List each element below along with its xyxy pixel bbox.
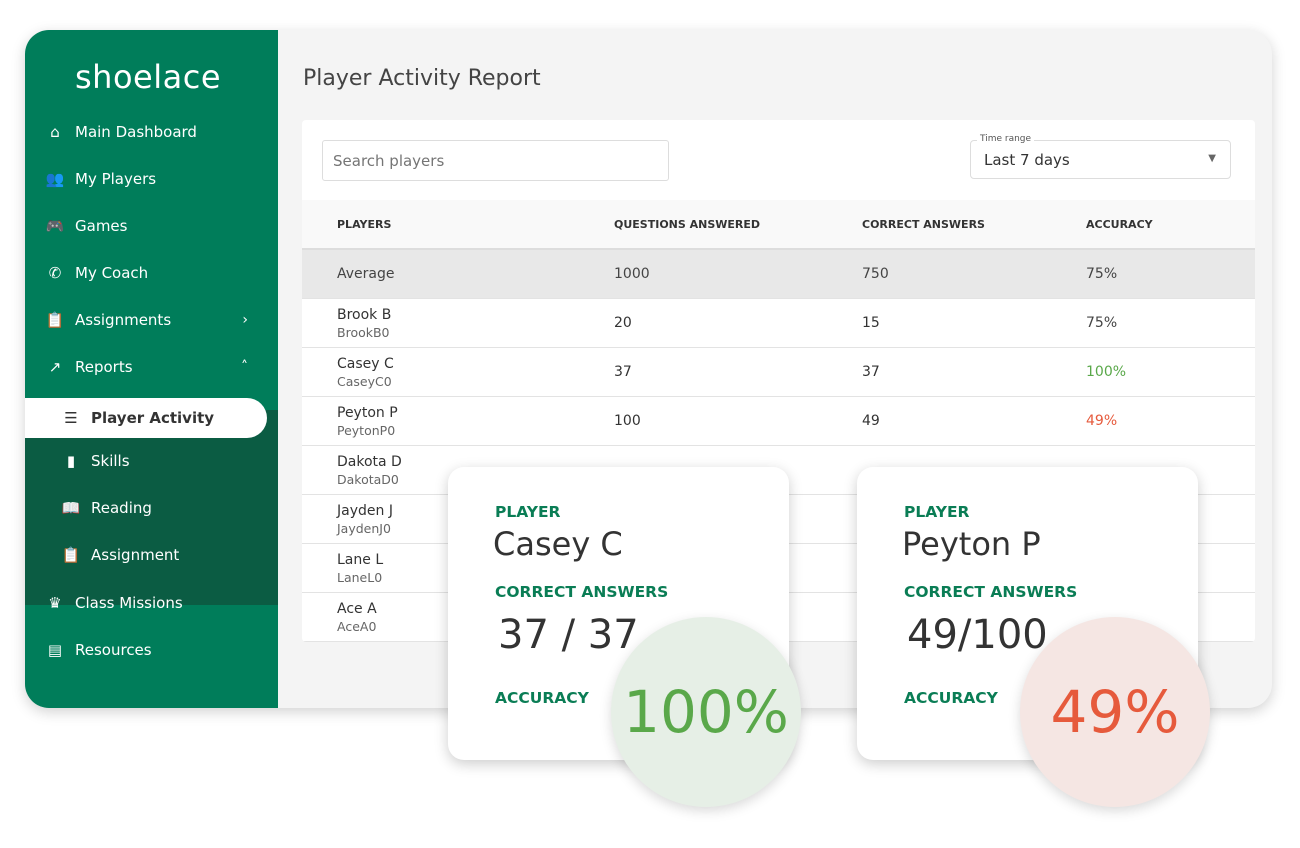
card-player-name: Peyton P [902,525,1041,563]
sidebar-item-reading[interactable]: 📖 Reading [25,484,278,531]
sidebar-item-resources[interactable]: ▤ Resources [25,626,278,673]
page-title: Player Activity Report [303,66,541,91]
clipboard-icon: 📋 [45,310,65,329]
player-name: Dakota D [337,453,402,470]
sidebar-item-label: My Players [75,169,157,188]
player-name: Ace A [337,600,377,617]
sidebar-item-label: Reading [91,498,152,517]
sidebar-item-my-coach[interactable]: ✆ My Coach [25,249,278,296]
chevron-right-icon: › [242,311,248,328]
table-row[interactable]: Peyton P PeytonP0 100 49 49% [302,397,1255,446]
bar-chart-icon: ▮ [66,451,76,470]
accuracy: 100% [1086,364,1127,380]
sidebar: shoelace ⌂ Main Dashboard 👥 My Players 🎮 Game… [25,30,278,708]
home-icon: ⌂ [50,122,60,141]
sidebar-item-label: Skills [91,451,130,470]
crown-icon: ♛ [48,593,62,612]
player-username: DakotaD0 [337,471,399,487]
average-accuracy: 75% [1086,266,1118,282]
sidebar-item-my-players[interactable]: 👥 My Players [25,155,278,202]
player-label: PLAYER [495,503,561,521]
sidebar-item-label: Player Activity [91,409,215,427]
time-range-select[interactable]: Time range Last 7 days ▼ [970,134,1231,179]
average-row: Average 1000 750 75% [302,250,1255,299]
sidebar-item-label: Reports [75,357,133,376]
chevron-up-icon: ˄ [241,358,248,375]
player-name: Lane L [337,551,384,568]
caret-down-icon: ▼ [1208,153,1216,164]
sidebar-item-player-activity[interactable]: ☰ Player Activity [25,398,267,438]
correct-label: CORRECT ANSWERS [904,583,1078,601]
sidebar-item-label: Assignment [91,545,180,564]
sidebar-item-assignment[interactable]: 📋 Assignment [25,531,278,578]
player-list-icon: ☰ [64,409,78,427]
whistle-icon: ✆ [48,263,62,282]
accuracy-label: ACCURACY [904,689,998,707]
sidebar-item-reports[interactable]: ↗ Reports ˄ [25,343,278,390]
correct-label: CORRECT ANSWERS [495,583,669,601]
sidebar-item-label: Assignments [75,310,172,329]
player-name: Jayden J [337,502,393,519]
card-correct-value: 49/100 [907,612,1048,658]
accuracy-label: ACCURACY [495,689,589,707]
sidebar-item-class-missions[interactable]: ♛ Class Missions [25,579,278,626]
average-correct: 750 [862,266,889,282]
average-label: Average [337,266,395,282]
shoelace-logo: shoelace [75,58,221,96]
average-questions: 1000 [614,266,650,282]
questions-answered: 20 [614,315,632,331]
sidebar-item-skills[interactable]: ▮ Skills [25,437,278,484]
accuracy-badge: 49% [1020,617,1210,807]
table-row[interactable]: Casey C CaseyC0 37 37 100% [302,348,1255,397]
trending-up-icon: ↗ [48,357,62,376]
col-accuracy[interactable]: ACCURACY [1086,200,1153,248]
sidebar-item-assignments[interactable]: 📋 Assignments › [25,296,278,343]
player-username: JaydenJ0 [337,520,391,536]
table-row[interactable]: Brook B BrookB0 20 15 75% [302,299,1255,348]
resources-icon: ▤ [47,640,63,659]
logo-text: shoelace [75,58,221,96]
col-questions[interactable]: QUESTIONS ANSWERED [614,200,760,248]
card-accuracy-value: 100% [623,678,789,746]
accuracy-badge: 100% [611,617,801,807]
table-header: PLAYERS QUESTIONS ANSWERED CORRECT ANSWE… [302,200,1255,250]
player-name: Casey C [337,355,394,372]
col-players[interactable]: PLAYERS [337,200,391,248]
questions-answered: 37 [614,364,632,380]
card-accuracy-value: 49% [1050,678,1180,746]
correct-answers: 15 [862,315,880,331]
player-name: Brook B [337,306,392,323]
time-range-value: Last 7 days [984,151,1070,169]
player-username: BrookB0 [337,324,390,340]
accuracy: 75% [1086,315,1118,331]
sidebar-item-label: Resources [75,640,152,659]
player-username: AceA0 [337,618,377,634]
time-range-label: Time range [977,134,1035,144]
correct-answers: 37 [862,364,880,380]
sidebar-item-label: My Coach [75,263,149,282]
clipboard-icon: 📋 [61,545,81,564]
player-label: PLAYER [904,503,970,521]
player-username: LaneL0 [337,569,383,585]
player-username: PeytonP0 [337,422,396,438]
players-icon: 👥 [45,169,65,188]
player-username: CaseyC0 [337,373,392,389]
card-correct-value: 37 / 37 [498,612,639,658]
sidebar-item-label: Main Dashboard [75,122,197,141]
search-input[interactable] [322,140,669,181]
accuracy: 49% [1086,413,1118,429]
sidebar-item-main-dashboard[interactable]: ⌂ Main Dashboard [25,108,278,155]
sidebar-item-label: Games [75,216,128,235]
correct-answers: 49 [862,413,880,429]
book-icon: 📖 [61,498,81,517]
player-name: Peyton P [337,404,398,421]
sidebar-item-label: Class Missions [75,593,183,612]
col-correct[interactable]: CORRECT ANSWERS [862,200,985,248]
card-player-name: Casey C [493,525,623,563]
sidebar-item-games[interactable]: 🎮 Games [25,202,278,249]
gamepad-icon: 🎮 [45,216,65,235]
questions-answered: 100 [614,413,641,429]
